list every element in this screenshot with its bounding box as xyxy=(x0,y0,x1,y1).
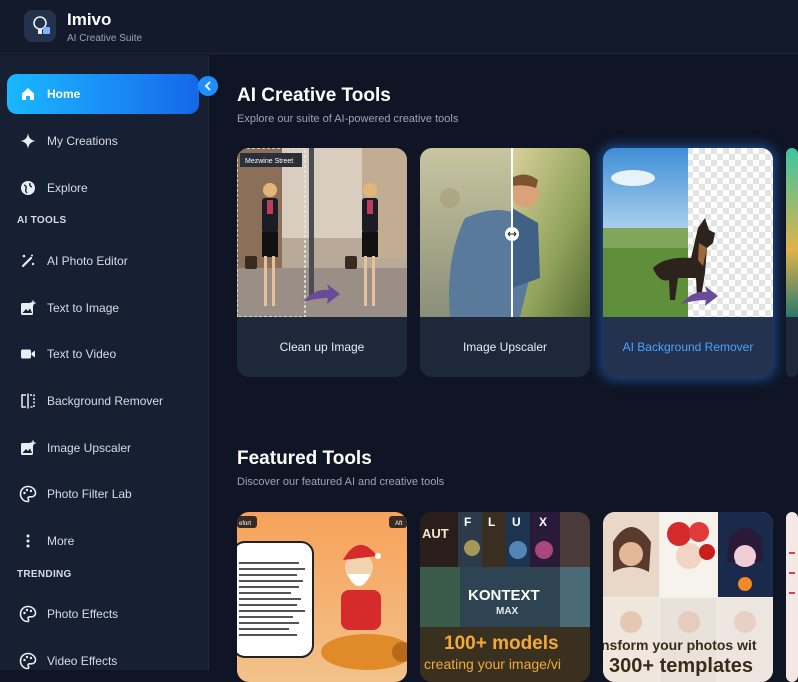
sidebar-item-video-effects[interactable]: Video Effects xyxy=(7,641,199,681)
split-frame-icon xyxy=(18,391,38,411)
sidebar-item-label: Image Upscaler xyxy=(47,441,132,455)
sidebar-item-label: Home xyxy=(47,87,81,101)
sidebar-collapse-button[interactable] xyxy=(198,76,218,96)
partial-card-text-line xyxy=(789,552,795,554)
street-sign-text: Mezwine Street xyxy=(245,158,293,165)
sidebar-item-text-to-video[interactable]: Text to Video xyxy=(7,334,199,374)
app-subtitle: AI Creative Suite xyxy=(67,33,143,44)
partial-card-text-line xyxy=(789,592,795,594)
image-upscaler-thumbnail xyxy=(420,148,590,317)
main-content: AI Creative Tools Explore our suite of A… xyxy=(210,55,798,682)
sidebar-item-label: Photo Filter Lab xyxy=(47,487,132,501)
featured-card-templates[interactable]: nsform your photos wit 300+ templates xyxy=(603,512,773,682)
top-bar: Imivo AI Creative Suite xyxy=(0,0,798,54)
flux-letter: F xyxy=(464,515,471,529)
section-label-trending: TRENDING xyxy=(17,569,72,580)
sidebar-item-background-remover[interactable]: Background Remover xyxy=(7,381,199,421)
section-label-ai-tools: AI TOOLS xyxy=(17,215,67,226)
tool-card-label: AI Background Remover xyxy=(603,317,773,377)
sidebar-item-photo-effects[interactable]: Photo Effects xyxy=(7,594,199,634)
sidebar-item-label: AI Photo Editor xyxy=(47,254,128,268)
before-tag: efort xyxy=(239,521,251,527)
logo-icon xyxy=(33,16,50,34)
sidebar-item-label: Background Remover xyxy=(47,394,164,408)
featured-tools-subtitle: Discover our featured AI and creative to… xyxy=(237,476,445,488)
sidebar-item-more[interactable]: More xyxy=(7,521,199,561)
image-plus-icon xyxy=(18,438,38,458)
featured-card-partial[interactable] xyxy=(786,512,798,682)
kontext-brand-sub: MAX xyxy=(496,606,519,617)
tool-card-label: Clean up Image xyxy=(279,340,365,354)
app-logo[interactable] xyxy=(24,10,56,42)
kontext-brand: KONTEXT xyxy=(468,587,540,604)
sidebar-item-ai-photo-editor[interactable]: AI Photo Editor xyxy=(7,241,199,281)
clean-up-image-thumbnail: Mezwine Street xyxy=(237,148,407,317)
palette-icon xyxy=(18,651,38,671)
sidebar-item-label: Text to Video xyxy=(47,347,117,361)
flux-letter: X xyxy=(539,515,547,529)
magic-wand-icon xyxy=(18,251,38,271)
background-remover-thumbnail xyxy=(603,148,773,317)
collage-corner-text: AUT xyxy=(422,526,449,541)
more-vertical-icon xyxy=(18,531,38,551)
templates-headline: nsform your photos wit xyxy=(603,637,757,653)
app-name: Imivo xyxy=(67,10,112,29)
templates-headline-2: 300+ templates xyxy=(609,655,753,677)
sidebar-item-label: More xyxy=(47,534,75,548)
featured-tools-title: Featured Tools xyxy=(237,448,372,469)
video-icon xyxy=(18,344,38,364)
home-icon xyxy=(18,84,38,104)
sidebar-item-label: Explore xyxy=(47,181,88,195)
partial-card-text-line xyxy=(789,572,795,574)
partial-card-thumbnail xyxy=(786,148,798,317)
models-headline: 100+ models xyxy=(444,633,559,654)
globe-icon xyxy=(18,178,38,198)
sidebar-item-label: Video Effects xyxy=(47,654,118,668)
image-plus-icon xyxy=(18,298,38,318)
flux-letter: L xyxy=(488,515,495,529)
sidebar-item-label: Photo Effects xyxy=(47,607,119,621)
sidebar-item-label: Text to Image xyxy=(47,301,120,315)
ai-tools-subtitle: Explore our suite of AI-powered creative… xyxy=(237,113,459,125)
tool-card-partial[interactable] xyxy=(786,148,798,377)
sparkle-icon xyxy=(18,131,38,151)
sidebar-item-label: My Creations xyxy=(47,134,118,148)
sidebar-item-my-creations[interactable]: My Creations xyxy=(7,121,199,161)
palette-icon xyxy=(18,484,38,504)
ai-tools-title: AI Creative Tools xyxy=(237,85,391,106)
chevron-left-icon xyxy=(204,81,211,91)
sidebar-item-home[interactable]: Home xyxy=(7,74,199,114)
sidebar-item-explore[interactable]: Explore xyxy=(7,168,199,208)
tool-card-ai-background-remover[interactable]: AI Background Remover xyxy=(603,148,773,377)
tool-card-clean-up-image[interactable]: Mezwine Street Clean up Image xyxy=(237,148,407,377)
flux-letter: U xyxy=(512,515,521,529)
featured-card-ai-models[interactable]: AUT F L U X KONTEXT MAX 100+ models crea… xyxy=(420,512,590,682)
sidebar-item-photo-filter-lab[interactable]: Photo Filter Lab xyxy=(7,474,199,514)
sidebar-item-text-to-image[interactable]: Text to Image xyxy=(7,288,199,328)
palette-icon xyxy=(18,604,38,624)
featured-card-photo-restyle[interactable]: efort Aft xyxy=(237,512,407,682)
tool-card-image-upscaler[interactable]: Image Upscaler xyxy=(420,148,590,377)
sidebar-item-image-upscaler[interactable]: Image Upscaler xyxy=(7,428,199,468)
after-tag: Aft xyxy=(395,521,403,527)
tool-card-label: Image Upscaler xyxy=(462,340,548,354)
